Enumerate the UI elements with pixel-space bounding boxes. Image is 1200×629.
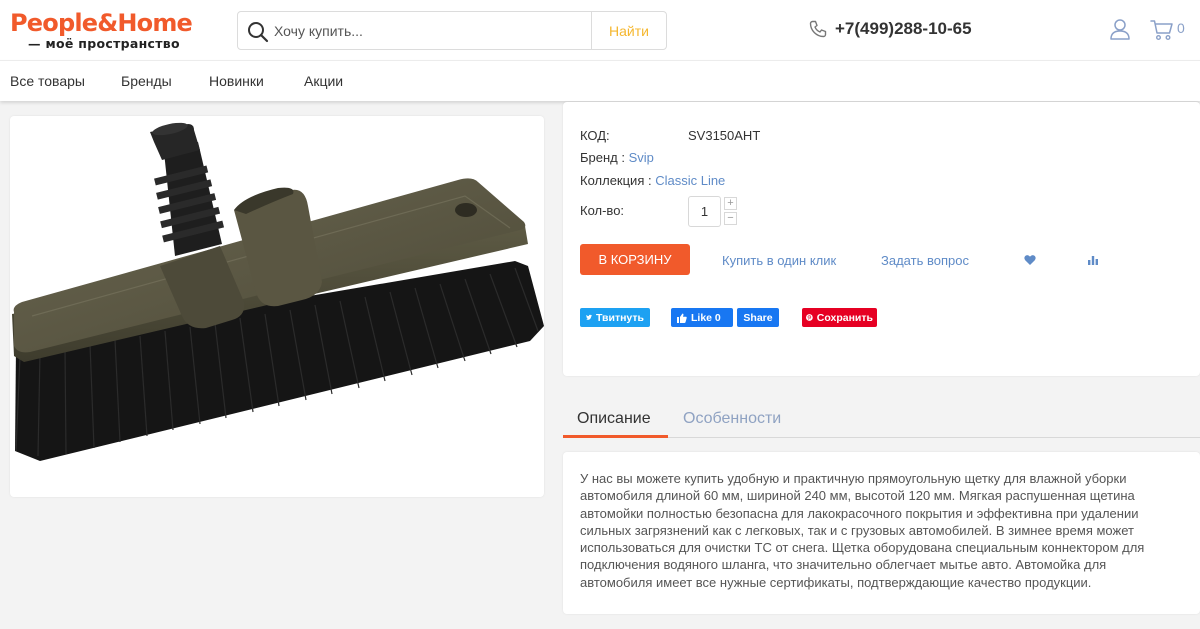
logo-tagline: — моё пространство [28, 36, 180, 51]
collection-row: Коллекция : Classic Line [580, 173, 725, 188]
like-label: Like 0 [691, 311, 721, 324]
add-to-cart-button[interactable]: В КОРЗИНУ [580, 244, 690, 275]
brand-link[interactable]: Svip [629, 150, 654, 165]
collection-label: Коллекция : [580, 173, 652, 188]
user-icon[interactable] [1109, 18, 1131, 40]
cart-count-badge[interactable]: 0 [1177, 20, 1185, 36]
search-bar: Найти [237, 11, 667, 50]
nav-item-new[interactable]: Новинки [209, 73, 264, 89]
tweet-button[interactable]: Твитнуть [580, 308, 650, 327]
brand-label: Бренд : [580, 150, 625, 165]
description-text: У нас вы можете купить удобную и практич… [580, 471, 1145, 590]
product-image[interactable] [10, 116, 544, 497]
product-tabs: Описание Особенности [563, 402, 1200, 438]
search-input[interactable] [274, 13, 624, 48]
heart-icon[interactable] [1024, 254, 1036, 266]
pinterest-save-button[interactable]: Сохранить [802, 308, 877, 327]
tab-features[interactable]: Особенности [683, 410, 781, 428]
thumbs-up-icon [677, 313, 687, 323]
logo[interactable]: People&Home — моё пространство [10, 9, 193, 51]
code-label: КОД: [580, 128, 610, 143]
nav-item-all-products[interactable]: Все товары [10, 73, 85, 89]
ask-question-link[interactable]: Задать вопрос [881, 253, 969, 268]
facebook-share-button[interactable]: Share [737, 308, 779, 327]
product-image-card [10, 116, 544, 497]
main-nav: Все товары Бренды Новинки Акции [0, 60, 1200, 101]
pinterest-icon [806, 314, 813, 321]
nav-item-sales[interactable]: Акции [304, 73, 343, 89]
phone-contact[interactable]: +7(499)288-10-65 [808, 19, 972, 39]
tab-description[interactable]: Описание [577, 410, 651, 428]
qty-label: Кол-во: [580, 203, 625, 218]
cart-icon[interactable] [1150, 19, 1174, 41]
qty-increment-button[interactable]: + [724, 197, 737, 210]
buy-one-click-link[interactable]: Купить в один клик [722, 253, 836, 268]
code-value: SV3150AHT [688, 128, 761, 143]
qty-decrement-button[interactable]: − [724, 212, 737, 225]
collection-link[interactable]: Classic Line [655, 173, 725, 188]
description-panel: У нас вы можете купить удобную и практич… [563, 452, 1200, 614]
active-tab-indicator [563, 435, 668, 438]
quantity-input[interactable]: 1 [688, 196, 721, 227]
product-info-card: КОД: SV3150AHT Бренд : Svip Коллекция : … [563, 102, 1200, 376]
search-button[interactable]: Найти [591, 12, 666, 49]
twitter-icon [586, 314, 593, 320]
brand-row: Бренд : Svip [580, 150, 654, 165]
logo-main-text: People&Home [10, 9, 193, 37]
phone-number[interactable]: +7(499)288-10-65 [835, 19, 972, 39]
phone-icon [809, 20, 827, 38]
tweet-label: Твитнуть [596, 311, 644, 324]
header: People&Home — моё пространство Найти +7(… [0, 0, 1200, 60]
compare-icon[interactable] [1087, 254, 1099, 266]
save-label: Сохранить [816, 311, 873, 324]
nav-item-brands[interactable]: Бренды [121, 73, 172, 89]
search-icon[interactable] [247, 21, 269, 43]
facebook-like-button[interactable]: Like 0 [671, 308, 733, 327]
